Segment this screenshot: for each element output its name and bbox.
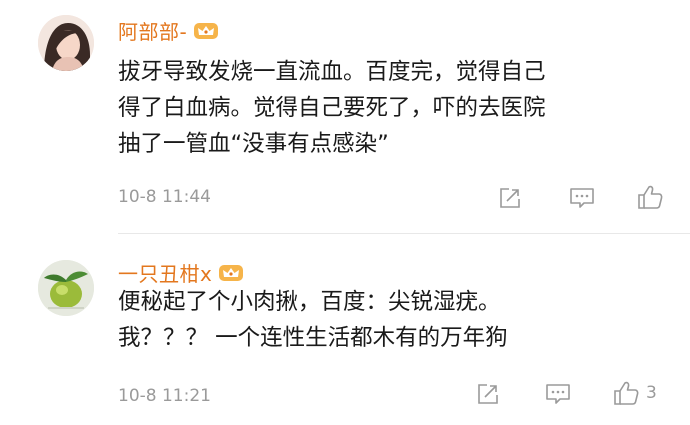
reply-button[interactable] bbox=[568, 186, 596, 210]
like-button[interactable] bbox=[636, 184, 670, 210]
share-icon bbox=[500, 188, 520, 208]
comment-line: 我？？？ 一个连性生活都木有的万年狗 bbox=[118, 325, 508, 351]
username[interactable]: 一只丑柑x bbox=[118, 258, 244, 287]
reply-icon bbox=[570, 188, 594, 208]
divider bbox=[118, 233, 690, 234]
crown-badge-icon bbox=[219, 264, 244, 281]
like-icon bbox=[638, 185, 663, 209]
reply-button[interactable] bbox=[544, 382, 572, 406]
avatar[interactable] bbox=[38, 15, 94, 71]
like-icon bbox=[614, 381, 639, 405]
share-button[interactable] bbox=[475, 382, 501, 406]
reply-icon bbox=[546, 384, 570, 404]
timestamp: 10-8 11:44 bbox=[118, 187, 211, 207]
comment-text: 拔牙导致发烧一直流血。百度完，觉得自己 得了白血病。觉得自己要死了，吓的去医院 … bbox=[118, 54, 658, 162]
comment-line: 便秘起了个小肉揪，百度：尖锐湿疣。 bbox=[118, 289, 501, 315]
timestamp: 10-8 11:21 bbox=[118, 386, 211, 406]
username-text[interactable]: 一只丑柑x bbox=[118, 258, 212, 287]
comment-item: 阿部部- 拔牙导致发烧一直流血。百度完，觉得自己 得了白血病。觉得自己要死了，吓… bbox=[0, 0, 690, 234]
share-icon bbox=[478, 384, 498, 404]
like-button[interactable]: 3 bbox=[612, 380, 657, 406]
comment-line: 抽了一管血“没事有点感染” bbox=[118, 131, 389, 157]
comment-text: 便秘起了个小肉揪，百度：尖锐湿疣。 我？？？ 一个连性生活都木有的万年狗 bbox=[118, 284, 658, 356]
avatar[interactable] bbox=[38, 260, 94, 316]
comment-line: 拔牙导致发烧一直流血。百度完，觉得自己 bbox=[118, 59, 546, 85]
like-count: 3 bbox=[646, 383, 657, 403]
comment-line: 得了白血病。觉得自己要死了，吓的去医院 bbox=[118, 95, 546, 121]
crown-badge-icon bbox=[194, 22, 219, 39]
username-text[interactable]: 阿部部- bbox=[118, 16, 187, 45]
username[interactable]: 阿部部- bbox=[118, 16, 219, 45]
comment-item: 一只丑柑x 便秘起了个小肉揪，百度：尖锐湿疣。 我？？？ 一个连性生活都木有的万… bbox=[0, 236, 690, 425]
share-button[interactable] bbox=[497, 186, 523, 210]
